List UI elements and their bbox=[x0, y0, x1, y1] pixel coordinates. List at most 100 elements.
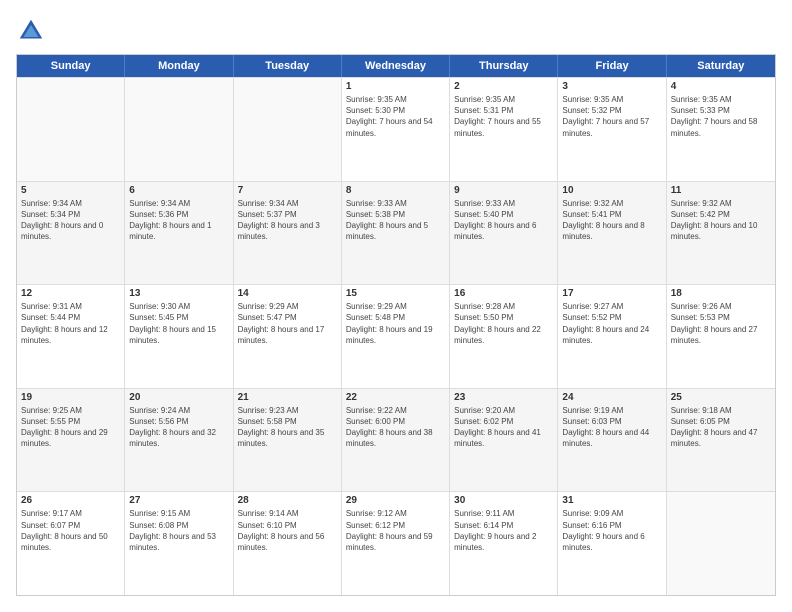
day-number: 25 bbox=[671, 392, 771, 403]
calendar-row: 5Sunrise: 9:34 AM Sunset: 5:34 PM Daylig… bbox=[17, 181, 775, 285]
calendar-cell: 28 Sunrise: 9:14 AM Sunset: 6:10 PM Dayli… bbox=[234, 492, 342, 595]
calendar-cell: 7 Sunrise: 9:34 AM Sunset: 5:37 PM Daylig… bbox=[234, 182, 342, 285]
day-number: 13 bbox=[129, 288, 228, 299]
weekday-header: Wednesday bbox=[342, 55, 450, 77]
day-info: Sunrise: 9:22 AM Sunset: 6:00 PM Dayligh… bbox=[346, 405, 445, 450]
day-number: 3 bbox=[562, 81, 661, 92]
day-number: 18 bbox=[671, 288, 771, 299]
day-info: Sunrise: 9:29 AM Sunset: 5:48 PM Dayligh… bbox=[346, 301, 445, 346]
weekday-header: Thursday bbox=[450, 55, 558, 77]
day-info: Sunrise: 9:35 AM Sunset: 5:32 PM Dayligh… bbox=[562, 94, 661, 139]
day-info: Sunrise: 9:35 AM Sunset: 5:30 PM Dayligh… bbox=[346, 94, 445, 139]
day-number: 31 bbox=[562, 495, 661, 506]
day-number: 17 bbox=[562, 288, 661, 299]
page: SundayMondayTuesdayWednesdayThursdayFrid… bbox=[0, 0, 792, 612]
calendar-cell: 6 Sunrise: 9:34 AM Sunset: 5:36 PM Daylig… bbox=[125, 182, 233, 285]
day-info: Sunrise: 9:19 AM Sunset: 6:03 PM Dayligh… bbox=[562, 405, 661, 450]
day-info: Sunrise: 9:27 AM Sunset: 5:52 PM Dayligh… bbox=[562, 301, 661, 346]
logo bbox=[16, 16, 50, 46]
calendar-cell bbox=[234, 78, 342, 181]
day-number: 14 bbox=[238, 288, 337, 299]
day-info: Sunrise: 9:34 AM Sunset: 5:36 PM Dayligh… bbox=[129, 198, 228, 243]
day-number: 24 bbox=[562, 392, 661, 403]
calendar-cell: 13 Sunrise: 9:30 AM Sunset: 5:45 PM Dayli… bbox=[125, 285, 233, 388]
day-number: 28 bbox=[238, 495, 337, 506]
day-info: Sunrise: 9:25 AM Sunset: 5:55 PM Dayligh… bbox=[21, 405, 120, 450]
day-number: 11 bbox=[671, 185, 771, 196]
day-number: 26 bbox=[21, 495, 120, 506]
day-info: Sunrise: 9:24 AM Sunset: 5:56 PM Dayligh… bbox=[129, 405, 228, 450]
calendar-cell: 8Sunrise: 9:33 AM Sunset: 5:38 PM Daylig… bbox=[342, 182, 450, 285]
calendar-cell: 15 Sunrise: 9:29 AM Sunset: 5:48 PM Dayli… bbox=[342, 285, 450, 388]
calendar-row: 19 Sunrise: 9:25 AM Sunset: 5:55 PM Dayli… bbox=[17, 388, 775, 492]
calendar: SundayMondayTuesdayWednesdayThursdayFrid… bbox=[16, 54, 776, 596]
day-info: Sunrise: 9:09 AM Sunset: 6:16 PM Dayligh… bbox=[562, 508, 661, 553]
day-info: Sunrise: 9:35 AM Sunset: 5:33 PM Dayligh… bbox=[671, 94, 771, 139]
calendar-header: SundayMondayTuesdayWednesdayThursdayFrid… bbox=[17, 55, 775, 77]
calendar-cell: 17 Sunrise: 9:27 AM Sunset: 5:52 PM Dayli… bbox=[558, 285, 666, 388]
day-number: 7 bbox=[238, 185, 337, 196]
day-info: Sunrise: 9:11 AM Sunset: 6:14 PM Dayligh… bbox=[454, 508, 553, 553]
day-info: Sunrise: 9:12 AM Sunset: 6:12 PM Dayligh… bbox=[346, 508, 445, 553]
day-number: 6 bbox=[129, 185, 228, 196]
day-info: Sunrise: 9:35 AM Sunset: 5:31 PM Dayligh… bbox=[454, 94, 553, 139]
header bbox=[16, 16, 776, 46]
day-info: Sunrise: 9:18 AM Sunset: 6:05 PM Dayligh… bbox=[671, 405, 771, 450]
calendar-cell: 19 Sunrise: 9:25 AM Sunset: 5:55 PM Dayli… bbox=[17, 389, 125, 492]
day-info: Sunrise: 9:23 AM Sunset: 5:58 PM Dayligh… bbox=[238, 405, 337, 450]
logo-icon bbox=[16, 16, 46, 46]
day-info: Sunrise: 9:17 AM Sunset: 6:07 PM Dayligh… bbox=[21, 508, 120, 553]
calendar-row: 26 Sunrise: 9:17 AM Sunset: 6:07 PM Dayli… bbox=[17, 491, 775, 595]
day-number: 1 bbox=[346, 81, 445, 92]
calendar-cell bbox=[667, 492, 775, 595]
day-number: 22 bbox=[346, 392, 445, 403]
day-number: 15 bbox=[346, 288, 445, 299]
day-info: Sunrise: 9:31 AM Sunset: 5:44 PM Dayligh… bbox=[21, 301, 120, 346]
day-info: Sunrise: 9:28 AM Sunset: 5:50 PM Dayligh… bbox=[454, 301, 553, 346]
calendar-cell: 24 Sunrise: 9:19 AM Sunset: 6:03 PM Dayli… bbox=[558, 389, 666, 492]
day-info: Sunrise: 9:14 AM Sunset: 6:10 PM Dayligh… bbox=[238, 508, 337, 553]
calendar-cell: 22 Sunrise: 9:22 AM Sunset: 6:00 PM Dayli… bbox=[342, 389, 450, 492]
day-number: 19 bbox=[21, 392, 120, 403]
calendar-cell: 29 Sunrise: 9:12 AM Sunset: 6:12 PM Dayli… bbox=[342, 492, 450, 595]
calendar-cell: 1 Sunrise: 9:35 AM Sunset: 5:30 PM Daylig… bbox=[342, 78, 450, 181]
calendar-cell: 23Sunrise: 9:20 AM Sunset: 6:02 PM Dayli… bbox=[450, 389, 558, 492]
calendar-cell: 25 Sunrise: 9:18 AM Sunset: 6:05 PM Dayli… bbox=[667, 389, 775, 492]
day-number: 5 bbox=[21, 185, 120, 196]
day-number: 20 bbox=[129, 392, 228, 403]
day-info: Sunrise: 9:33 AM Sunset: 5:40 PM Dayligh… bbox=[454, 198, 553, 243]
day-number: 21 bbox=[238, 392, 337, 403]
day-number: 9 bbox=[454, 185, 553, 196]
calendar-cell: 4 Sunrise: 9:35 AM Sunset: 5:33 PM Daylig… bbox=[667, 78, 775, 181]
weekday-header: Monday bbox=[125, 55, 233, 77]
day-info: Sunrise: 9:26 AM Sunset: 5:53 PM Dayligh… bbox=[671, 301, 771, 346]
day-number: 2 bbox=[454, 81, 553, 92]
calendar-cell: 11Sunrise: 9:32 AM Sunset: 5:42 PM Dayli… bbox=[667, 182, 775, 285]
calendar-cell: 21 Sunrise: 9:23 AM Sunset: 5:58 PM Dayli… bbox=[234, 389, 342, 492]
calendar-cell: 3 Sunrise: 9:35 AM Sunset: 5:32 PM Daylig… bbox=[558, 78, 666, 181]
day-number: 4 bbox=[671, 81, 771, 92]
calendar-cell: 14Sunrise: 9:29 AM Sunset: 5:47 PM Dayli… bbox=[234, 285, 342, 388]
calendar-cell: 10Sunrise: 9:32 AM Sunset: 5:41 PM Dayli… bbox=[558, 182, 666, 285]
day-number: 10 bbox=[562, 185, 661, 196]
calendar-cell: 30Sunrise: 9:11 AM Sunset: 6:14 PM Dayli… bbox=[450, 492, 558, 595]
calendar-cell: 2 Sunrise: 9:35 AM Sunset: 5:31 PM Daylig… bbox=[450, 78, 558, 181]
day-info: Sunrise: 9:33 AM Sunset: 5:38 PM Dayligh… bbox=[346, 198, 445, 243]
day-info: Sunrise: 9:15 AM Sunset: 6:08 PM Dayligh… bbox=[129, 508, 228, 553]
calendar-cell bbox=[17, 78, 125, 181]
day-info: Sunrise: 9:34 AM Sunset: 5:37 PM Dayligh… bbox=[238, 198, 337, 243]
weekday-header: Sunday bbox=[17, 55, 125, 77]
calendar-cell: 31 Sunrise: 9:09 AM Sunset: 6:16 PM Dayli… bbox=[558, 492, 666, 595]
calendar-body: 1 Sunrise: 9:35 AM Sunset: 5:30 PM Daylig… bbox=[17, 77, 775, 595]
calendar-cell: 12 Sunrise: 9:31 AM Sunset: 5:44 PM Dayli… bbox=[17, 285, 125, 388]
day-number: 29 bbox=[346, 495, 445, 506]
day-number: 23 bbox=[454, 392, 553, 403]
calendar-cell: 5Sunrise: 9:34 AM Sunset: 5:34 PM Daylig… bbox=[17, 182, 125, 285]
day-number: 12 bbox=[21, 288, 120, 299]
calendar-cell: 18 Sunrise: 9:26 AM Sunset: 5:53 PM Dayli… bbox=[667, 285, 775, 388]
calendar-cell: 27Sunrise: 9:15 AM Sunset: 6:08 PM Dayli… bbox=[125, 492, 233, 595]
weekday-header: Friday bbox=[558, 55, 666, 77]
calendar-cell: 20 Sunrise: 9:24 AM Sunset: 5:56 PM Dayli… bbox=[125, 389, 233, 492]
weekday-header: Saturday bbox=[667, 55, 775, 77]
day-info: Sunrise: 9:30 AM Sunset: 5:45 PM Dayligh… bbox=[129, 301, 228, 346]
